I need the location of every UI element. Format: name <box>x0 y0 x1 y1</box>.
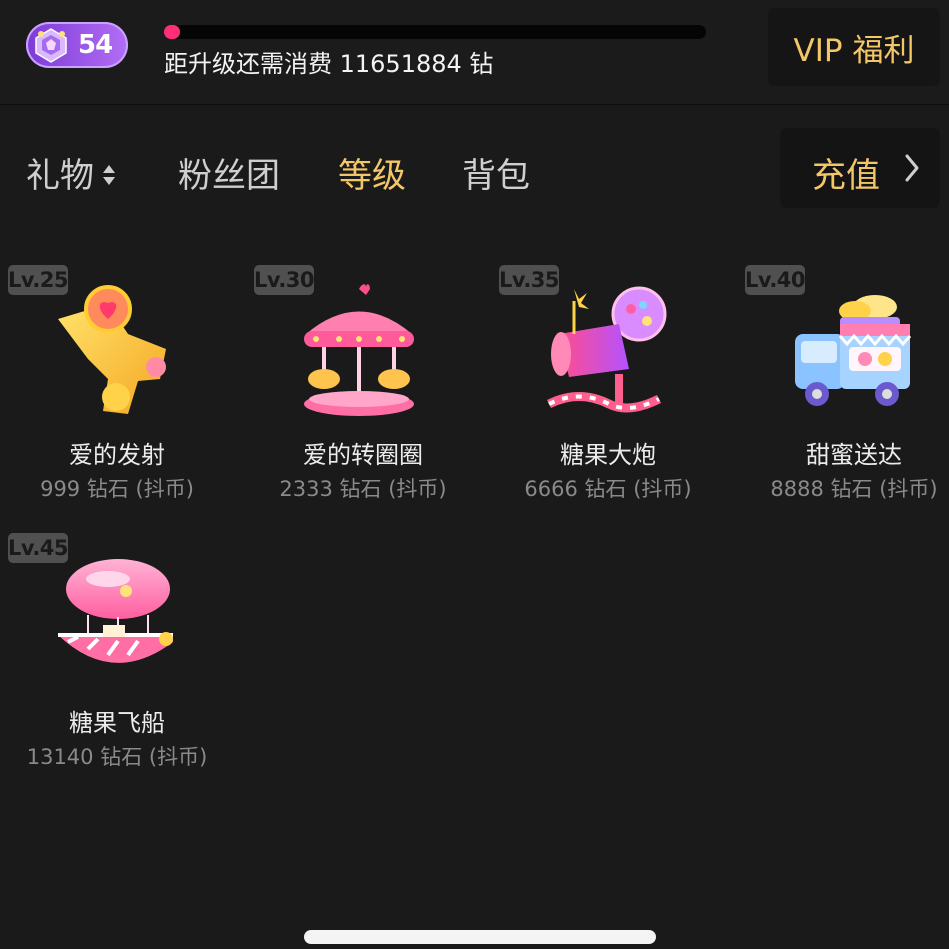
recharge-button[interactable]: 充值 <box>780 128 940 208</box>
gift-price: 8888 钻石 (抖币) <box>770 477 938 501</box>
carousel-gift-icon <box>304 284 414 416</box>
level-progress-bar <box>164 25 706 39</box>
love-launcher-gift-icon <box>58 285 166 414</box>
sort-toggle-icon <box>103 164 115 185</box>
candy-cannon-gift-icon <box>546 286 667 413</box>
gift-item[interactable]: Lv.40 甜蜜送达 8888 钻石 (抖币) <box>745 265 949 515</box>
gift-price: 2333 钻石 (抖币) <box>279 477 447 501</box>
tab-backpack[interactable]: 背包 <box>462 148 530 197</box>
tab-level-label: 等级 <box>338 156 406 196</box>
level-progress-fill <box>164 25 181 39</box>
user-level-number: 54 <box>78 30 113 60</box>
home-indicator[interactable] <box>304 930 656 944</box>
tab-fan-club[interactable]: 粉丝团 <box>178 148 280 197</box>
tab-fan-club-label: 粉丝团 <box>178 156 280 196</box>
gift-name: 爱的发射 <box>69 441 165 469</box>
gift-item[interactable]: Lv.30 爱的转圈圈 2333 钻石 (抖币) <box>254 265 472 515</box>
chevron-right-icon <box>905 154 919 182</box>
gift-name: 甜蜜送达 <box>806 441 902 469</box>
gift-panel-tabs: 礼物 粉丝团 等级 背包 充值 <box>0 108 949 228</box>
candy-airship-gift-icon <box>58 559 173 663</box>
gift-item[interactable]: Lv.25 爱的发射 999 钻石 (抖币) <box>8 265 226 515</box>
upgrade-requirement-text: 距升级还需消费 11651884 钻 <box>164 50 494 78</box>
level-header: 54 距升级还需消费 11651884 钻 VIP 福利 <box>0 0 949 105</box>
gift-name: 糖果大炮 <box>560 441 656 469</box>
sweet-delivery-truck-gift-icon <box>795 295 912 406</box>
tab-gifts-label: 礼物 <box>26 156 94 196</box>
gift-price: 999 钻石 (抖币) <box>40 477 194 501</box>
tab-gifts[interactable]: 礼物 <box>26 148 116 197</box>
gift-name: 糖果飞船 <box>69 709 165 737</box>
tab-backpack-label: 背包 <box>462 156 530 196</box>
gift-item[interactable]: Lv.45 糖果飞船 13140 钻石 (抖币) <box>8 533 226 783</box>
user-level-badge[interactable]: 54 <box>26 22 128 68</box>
gift-name: 爱的转圈圈 <box>303 441 423 469</box>
crown-gem-icon <box>35 28 67 63</box>
tab-level[interactable]: 等级 <box>338 148 406 197</box>
gift-price: 6666 钻石 (抖币) <box>524 477 692 501</box>
recharge-label: 充值 <box>812 156 880 196</box>
gift-price: 13140 钻石 (抖币) <box>26 745 208 769</box>
gift-item[interactable]: Lv.35 糖果大炮 6666 钻石 (抖币) <box>499 265 717 515</box>
vip-benefits-button[interactable]: VIP 福利 <box>768 8 940 86</box>
